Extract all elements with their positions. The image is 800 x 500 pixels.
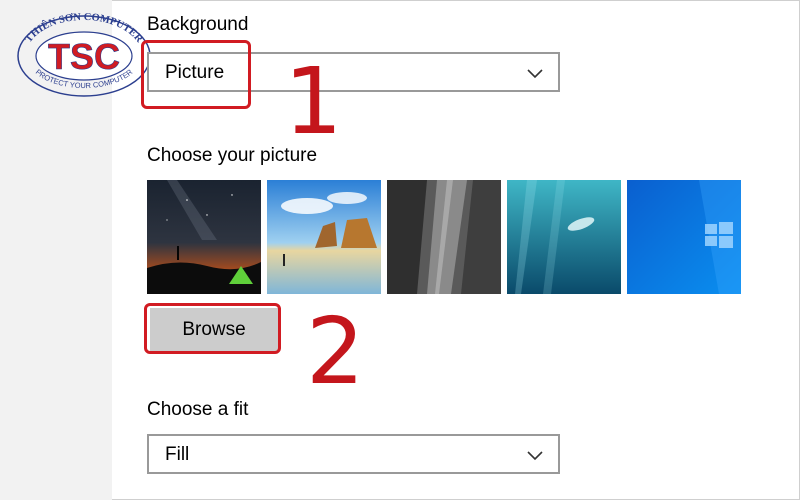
tsc-logo: THIÊN SƠN COMPUTER PROTECT YOUR COMPUTER…: [17, 12, 151, 97]
thumbnail-underwater-swimmer[interactable]: [507, 180, 621, 294]
chevron-down-icon: [527, 69, 543, 79]
choose-fit-label: Choose a fit: [147, 399, 249, 420]
thumbnail-windows-10-blue[interactable]: [627, 180, 741, 294]
fit-dropdown[interactable]: Fill: [147, 434, 560, 474]
step-number-2: 2: [306, 298, 365, 405]
highlight-box-browse: [144, 303, 281, 354]
thumbnail-night-sky-tent[interactable]: [147, 180, 261, 294]
thumbnail-rock-cliff-face[interactable]: [387, 180, 501, 294]
step-number-1: 1: [284, 48, 343, 155]
fit-selected-value: Fill: [165, 444, 190, 465]
background-label: Background: [147, 14, 249, 35]
logo-initials: TSC: [48, 36, 120, 77]
chevron-down-icon: [527, 451, 543, 461]
highlight-box-background-value: [141, 40, 251, 109]
thumbnail-beach-rock-arch[interactable]: [267, 180, 381, 294]
